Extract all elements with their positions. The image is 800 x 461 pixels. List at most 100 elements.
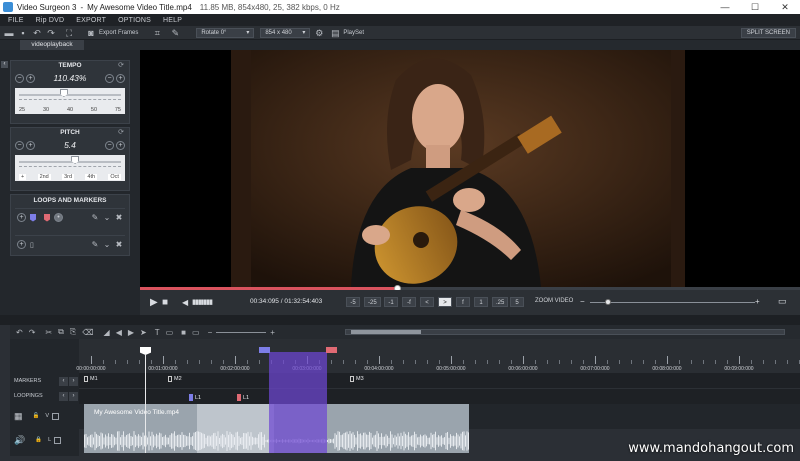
play-icon[interactable]: ▶ xyxy=(150,297,158,308)
zoom-out-icon[interactable]: − xyxy=(208,328,213,337)
fullscreen-icon[interactable]: ▭ xyxy=(778,296,787,307)
zoom-in-icon[interactable]: + xyxy=(270,328,275,337)
menu-file[interactable]: FILE xyxy=(8,17,24,24)
pitch-minus-button[interactable]: − xyxy=(15,140,24,150)
video-checkbox[interactable] xyxy=(52,412,60,420)
speed-button[interactable]: -5 xyxy=(346,297,360,307)
marker-options-button[interactable]: • xyxy=(54,213,63,222)
zoom-slider[interactable] xyxy=(590,302,755,303)
marker-m2[interactable]: M2 xyxy=(168,376,182,382)
speed-button[interactable]: .25 xyxy=(492,297,509,307)
menu-options[interactable]: OPTIONS xyxy=(118,17,151,24)
speed-button[interactable]: f xyxy=(456,297,470,307)
pitch-plus-small-button[interactable]: + xyxy=(26,140,35,150)
chevron-down-icon[interactable]: ⌄ xyxy=(101,213,113,222)
loopings-track[interactable]: L1 L1 xyxy=(79,388,800,404)
video-frame[interactable] xyxy=(231,50,685,287)
selection-start-handle[interactable] xyxy=(259,347,270,353)
rotate-select[interactable]: Rotate 0° ▾ xyxy=(196,27,255,38)
selection-region[interactable] xyxy=(269,352,327,453)
volume-ramp-icon[interactable]: ◢ xyxy=(104,328,110,337)
redo-icon[interactable]: ↷ xyxy=(29,328,36,337)
tab-videoplayback[interactable]: videoplayback xyxy=(20,40,84,50)
image-icon[interactable]: ▭ xyxy=(166,328,174,337)
speed-button[interactable]: 1 xyxy=(474,297,488,307)
add-marker-button[interactable]: + xyxy=(17,213,26,222)
lock-icon[interactable]: 🔓 xyxy=(33,413,40,419)
undo-icon[interactable]: ↶ xyxy=(16,328,23,337)
chevron-down-icon[interactable]: ⌄ xyxy=(101,240,113,249)
scrollbar-thumb[interactable] xyxy=(351,330,421,334)
video-track[interactable]: My Awesome Video Title.mp4 xyxy=(79,404,800,453)
zoom-handle[interactable] xyxy=(605,299,611,305)
menu-export[interactable]: EXPORT xyxy=(76,17,106,24)
pitch-tick[interactable]: 2nd xyxy=(37,174,51,180)
cut-icon[interactable]: ✂ xyxy=(45,328,52,337)
delete-icon[interactable]: ✖ xyxy=(113,240,125,249)
loop-bookmark-icon[interactable]: ▯ xyxy=(30,241,34,249)
tempo-minus-button[interactable]: − xyxy=(15,73,24,83)
lock-icon[interactable]: 🔒 xyxy=(35,437,42,443)
resolution-select[interactable]: 854 x 480 ▾ xyxy=(260,27,311,38)
delete-icon[interactable]: ✖ xyxy=(113,213,125,222)
tempo-plus-button[interactable]: + xyxy=(116,73,125,83)
minimize-icon[interactable]: — xyxy=(710,2,740,13)
edit-icon[interactable]: ✎ xyxy=(170,28,180,38)
frame-icon[interactable]: ▭ xyxy=(192,328,200,337)
loop-start-l1[interactable]: L1 xyxy=(189,394,201,401)
zoom-out-icon[interactable]: − xyxy=(580,297,585,306)
close-icon[interactable]: ✕ xyxy=(770,2,800,13)
markers-track[interactable]: M1 M2 M3 xyxy=(79,373,800,388)
red-marker-icon[interactable] xyxy=(44,213,50,222)
loop-end-l1[interactable]: L1 xyxy=(237,394,249,401)
pitch-tick[interactable]: Oct xyxy=(108,174,121,180)
pitch-tick[interactable]: 3rd xyxy=(62,174,75,180)
pitch-tick[interactable]: 4th xyxy=(85,174,98,180)
pitch-minus-small-button[interactable]: − xyxy=(105,140,114,150)
stop-icon[interactable]: ■ xyxy=(162,297,168,308)
menu-rip-dvd[interactable]: Rip DVD xyxy=(36,17,65,24)
speed-button[interactable]: -25 xyxy=(364,297,381,307)
export-frames-button[interactable]: Export Frames xyxy=(99,30,138,36)
chevron-left-icon[interactable]: ‹ xyxy=(59,391,68,401)
timeline-scrollbar[interactable] xyxy=(345,329,785,335)
pitch-slider[interactable]: + 2nd 3rd 4th Oct xyxy=(15,155,125,181)
marker-m1[interactable]: M1 xyxy=(84,376,98,382)
speed-button[interactable]: 5 xyxy=(510,297,524,307)
open-folder-icon[interactable]: ▬ xyxy=(4,28,14,38)
pencil-icon[interactable]: ✎ xyxy=(89,240,101,249)
tempo-plus-small-button[interactable]: + xyxy=(26,73,35,83)
gear-icon[interactable]: ⚙ xyxy=(314,28,324,38)
speaker-icon[interactable]: 🔊 xyxy=(14,435,25,446)
reset-icon[interactable]: ⟳ xyxy=(118,61,124,71)
text-icon[interactable]: T xyxy=(155,328,160,337)
audio-checkbox[interactable] xyxy=(54,436,62,444)
timeline-zoom-slider[interactable] xyxy=(216,331,267,333)
time-ruler[interactable]: 00:00:00:000 00:01:00:000 00:02:00:000 00:0… xyxy=(76,339,800,373)
reset-icon[interactable]: ⟳ xyxy=(118,128,124,138)
speed-button[interactable]: -f xyxy=(402,297,416,307)
add-loop-button[interactable]: + xyxy=(17,240,26,249)
undo-icon[interactable]: ↶ xyxy=(32,28,42,38)
maximize-icon[interactable]: ☐ xyxy=(740,2,770,13)
selection-end-handle[interactable] xyxy=(326,347,337,353)
speed-button[interactable]: -1 xyxy=(384,297,398,307)
redo-icon[interactable]: ↷ xyxy=(46,28,56,38)
volume-icon[interactable]: ◀ xyxy=(182,298,188,307)
menu-help[interactable]: HELP xyxy=(163,17,182,24)
blue-marker-icon[interactable] xyxy=(30,213,36,222)
tempo-minus-small-button[interactable]: − xyxy=(105,73,114,83)
save-icon[interactable]: ▪ xyxy=(18,28,28,38)
speed-button[interactable]: < xyxy=(420,297,434,307)
tempo-slider[interactable]: 25 30 40 50 75 xyxy=(15,88,125,114)
fullscreen-icon[interactable]: ⛶ xyxy=(64,28,74,38)
pointer-icon[interactable]: ➤ xyxy=(140,328,147,337)
panel-toggle-icon[interactable]: ‹ xyxy=(1,61,8,68)
copy-icon[interactable]: ⧉ xyxy=(58,327,64,337)
crop-icon[interactable]: ⌗ xyxy=(152,28,162,38)
go-start-icon[interactable]: ◀ xyxy=(116,328,122,337)
pencil-icon[interactable]: ✎ xyxy=(89,213,101,222)
marker-m3[interactable]: M3 xyxy=(350,376,364,382)
square-icon[interactable]: ■ xyxy=(181,328,186,337)
chevron-right-icon[interactable]: › xyxy=(69,391,78,401)
